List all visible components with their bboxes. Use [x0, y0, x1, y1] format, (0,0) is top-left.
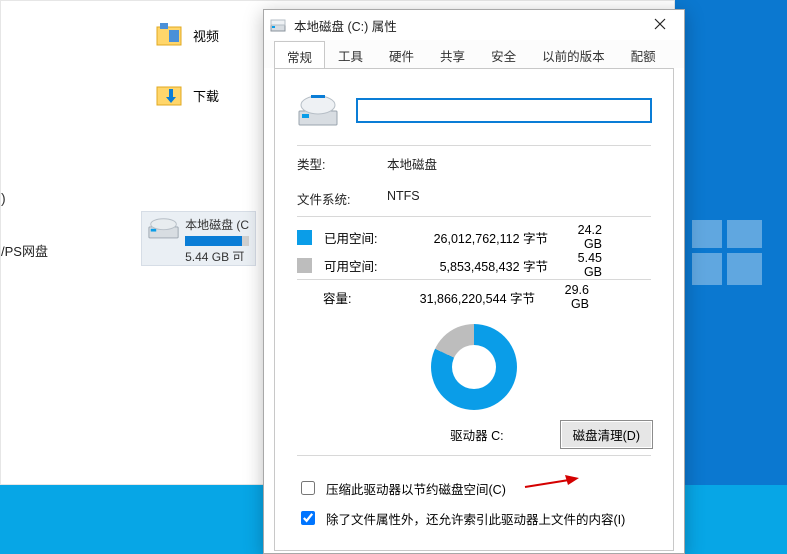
- index-checkbox-row[interactable]: 除了文件属性外，还允许索引此驱动器上文件的内容(I): [297, 508, 625, 528]
- titlebar[interactable]: 本地磁盘 (C:) 属性: [264, 10, 684, 40]
- drive-usage-bar: [185, 236, 249, 246]
- tab-tools[interactable]: 工具: [325, 40, 376, 68]
- properties-dialog: 本地磁盘 (C:) 属性 常规 工具 硬件 共享 安全 以前的版本 配额 类型:…: [263, 9, 685, 554]
- index-label: 除了文件属性外，还允许索引此驱动器上文件的内容(I): [326, 509, 625, 528]
- free-gb: 5.45 GB: [560, 251, 624, 279]
- sidebar-label: 下载: [193, 86, 219, 105]
- filesystem-label: 文件系统:: [297, 189, 387, 208]
- used-swatch: [297, 230, 312, 245]
- disk-cleanup-button[interactable]: 磁盘清理(D): [560, 420, 653, 449]
- sidebar-label: 视频: [193, 26, 219, 45]
- desktop-wallpaper: [675, 0, 787, 485]
- filesystem-value: NTFS: [387, 189, 420, 208]
- dialog-title: 本地磁盘 (C:) 属性: [294, 16, 642, 35]
- separator: [297, 455, 651, 456]
- close-button[interactable]: [642, 12, 678, 38]
- close-icon: [654, 17, 666, 34]
- volume-name-input[interactable]: [357, 99, 651, 122]
- type-value: 本地磁盘: [387, 154, 437, 173]
- index-checkbox[interactable]: [301, 511, 315, 525]
- drive-letter-label: 驱动器 C:: [450, 425, 503, 444]
- drive-large-icon: [297, 91, 339, 129]
- sidebar-item-videos[interactable]: 视频: [155, 21, 219, 49]
- windows-logo: [692, 220, 762, 285]
- downloads-folder-icon: [155, 81, 183, 109]
- compress-checkbox-row[interactable]: 压缩此驱动器以节约磁盘空间(C): [297, 478, 625, 498]
- drive-tile-c[interactable]: 本地磁盘 (C: 5.44 GB 可: [141, 211, 256, 266]
- tab-panel: 类型: 本地磁盘 文件系统: NTFS 已用空间: 26,012,762,112…: [274, 68, 674, 551]
- sidebar-item-downloads[interactable]: 下载: [155, 81, 219, 109]
- drive-tile-free: 5.44 GB 可: [185, 248, 249, 261]
- tab-general[interactable]: 常规: [274, 41, 325, 69]
- type-label: 类型:: [297, 154, 387, 173]
- usage-pie-chart: [431, 324, 517, 410]
- used-gb: 24.2 GB: [560, 223, 624, 251]
- tab-quota[interactable]: 配额: [618, 40, 669, 68]
- used-label: 已用空间:: [324, 228, 396, 247]
- tab-security[interactable]: 安全: [478, 40, 529, 68]
- free-swatch: [297, 258, 312, 273]
- capacity-gb: 29.6 GB: [547, 283, 611, 311]
- free-label: 可用空间:: [324, 256, 396, 275]
- hdd-icon: [148, 216, 179, 244]
- drive-icon: [270, 17, 286, 33]
- capacity-bytes: 31,866,220,544 字节: [395, 288, 535, 307]
- compress-checkbox[interactable]: [301, 481, 315, 495]
- videos-folder-icon: [155, 21, 183, 49]
- tab-strip: 常规 工具 硬件 共享 安全 以前的版本 配额: [264, 40, 684, 68]
- used-bytes: 26,012,762,112 字节: [408, 228, 548, 247]
- drive-tile-title: 本地磁盘 (C:: [185, 216, 249, 234]
- tab-previous-versions[interactable]: 以前的版本: [529, 40, 618, 68]
- capacity-label: 容量:: [323, 288, 383, 307]
- compress-label: 压缩此驱动器以节约磁盘空间(C): [326, 479, 506, 498]
- sidebar-item-wps[interactable]: /PS网盘: [1, 241, 48, 260]
- tab-sharing[interactable]: 共享: [427, 40, 478, 68]
- tab-hardware[interactable]: 硬件: [376, 40, 427, 68]
- stray-text: ): [1, 190, 6, 206]
- free-bytes: 5,853,458,432 字节: [408, 256, 548, 275]
